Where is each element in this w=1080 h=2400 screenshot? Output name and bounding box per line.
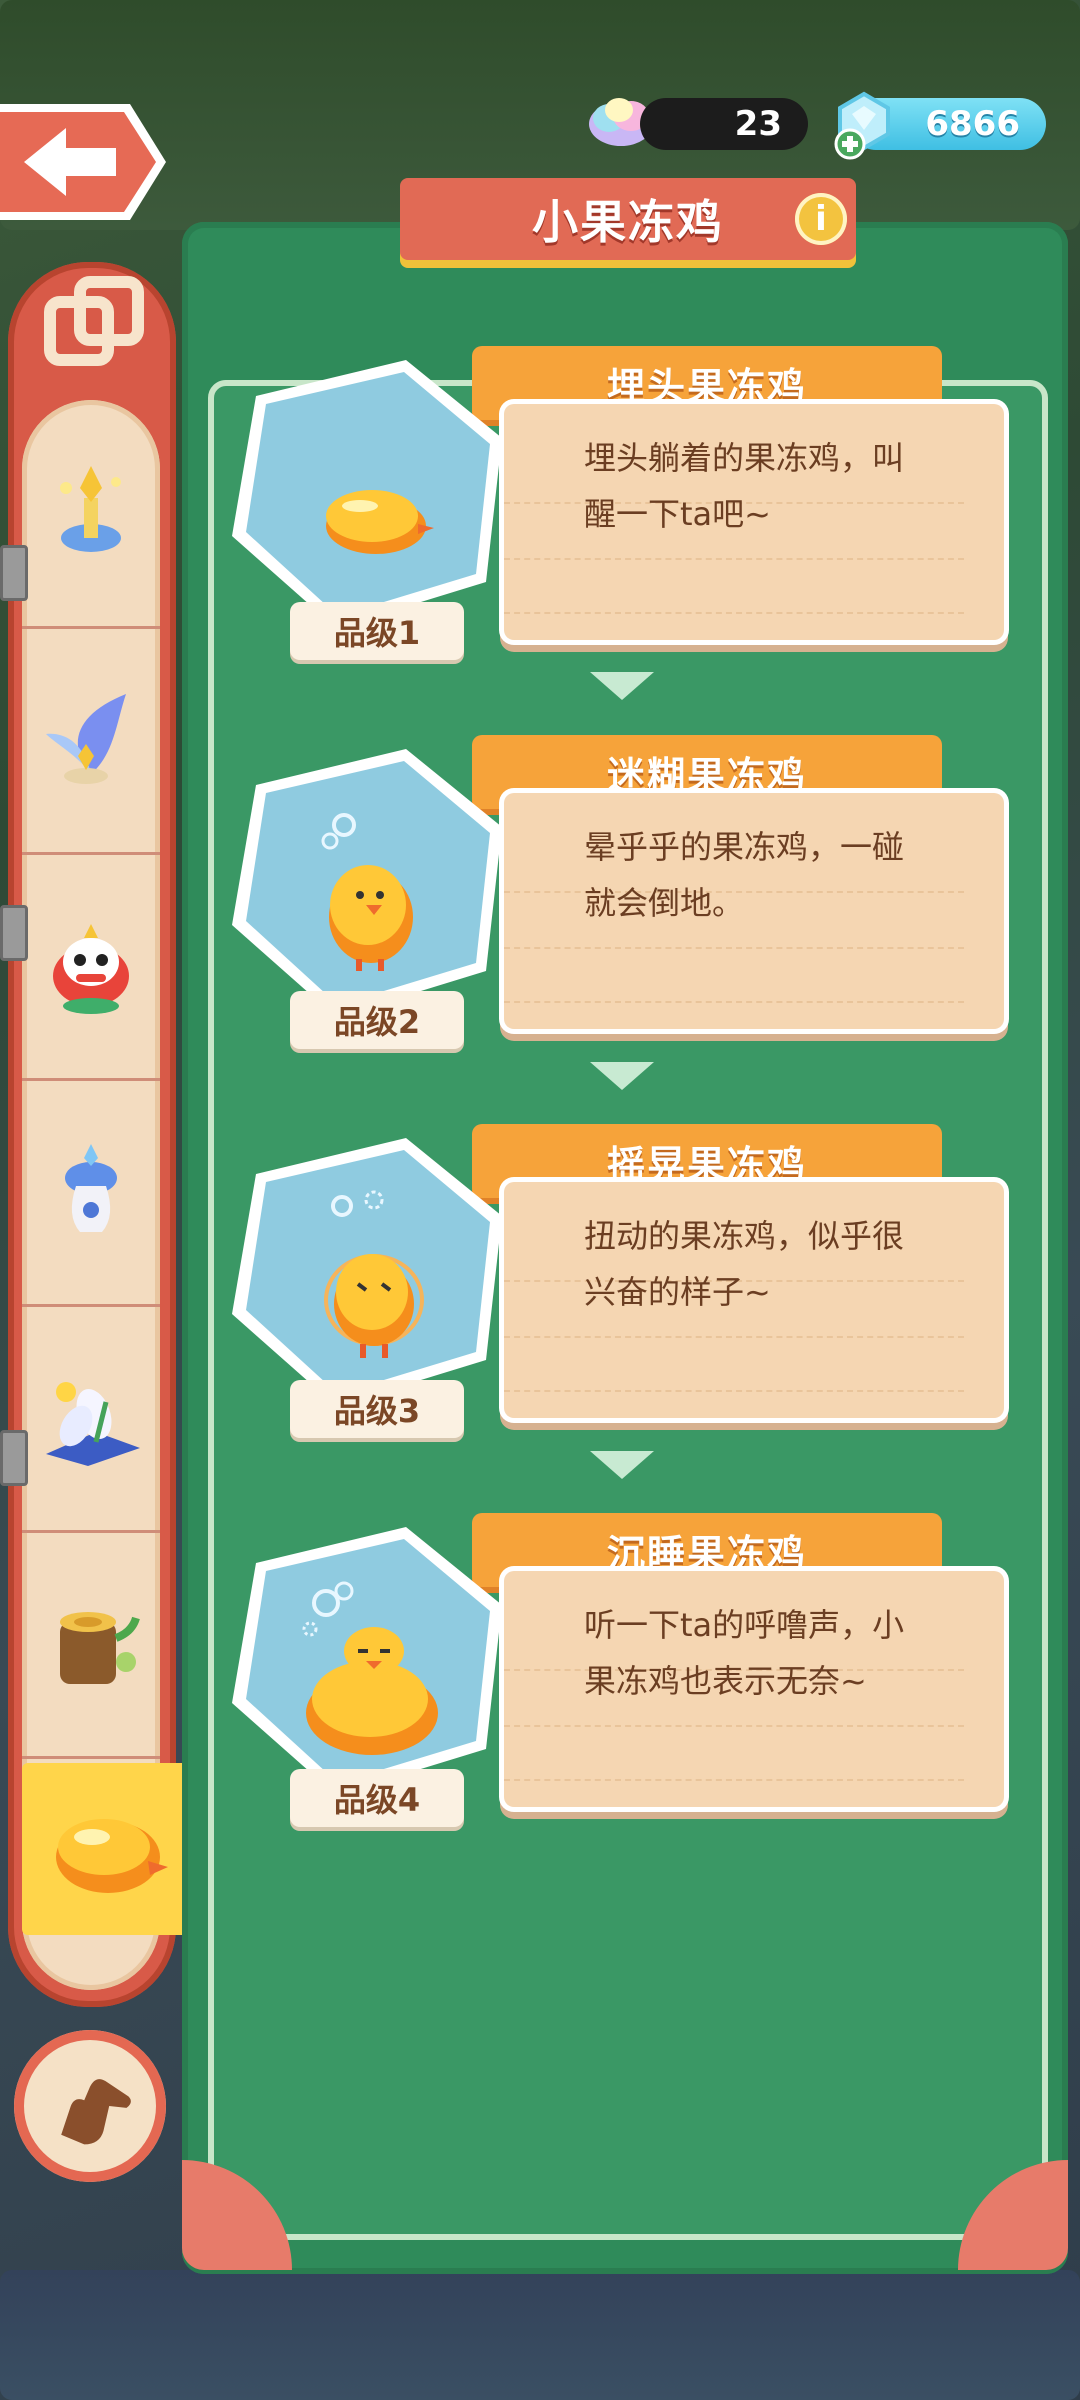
stage-card: 摇晃果冻鸡 扭动的果冻鸡，似乎很 兴奋的样子~ 品级3 <box>220 1124 1020 1444</box>
stage-name: 沉睡果冻鸡 <box>606 1531 807 1576</box>
stage-card: 沉睡果冻鸡 听一下ta的呼噜声，小 果冻鸡也表示无奈~ 品级4 <box>220 1513 1020 1833</box>
diamond-plus-icon[interactable] <box>826 86 902 162</box>
stage-description: 听一下ta的呼噜声，小 果冻鸡也表示无奈~ <box>584 1606 905 1700</box>
sidebar-item-vase[interactable] <box>22 1078 160 1307</box>
chevron-down-icon <box>590 1062 654 1090</box>
gem-count: 6866 <box>925 104 1020 144</box>
grade-tag: 品级2 <box>290 991 464 1049</box>
stage-name: 摇晃果冻鸡 <box>606 1142 807 1187</box>
description-card: 埋头躺着的果冻鸡，叫 醒一下ta吧~ <box>504 404 1004 640</box>
sidebar-item-lily[interactable] <box>22 1304 160 1533</box>
chevron-down-icon <box>590 1451 654 1479</box>
stage-name: 迷糊果冻鸡 <box>606 753 807 798</box>
tree-stump-icon <box>60 1612 140 1684</box>
lion-dance-icon <box>53 924 129 1014</box>
stage-card: 迷糊果冻鸡 晕乎乎的果冻鸡，一碰 就会倒地。 品级2 <box>220 735 1020 1055</box>
back-arrow-button[interactable] <box>0 104 166 220</box>
stage-card: 埋头果冻鸡 埋头躺着的果冻鸡，叫 醒一下ta吧~ 品级1 <box>220 346 1020 666</box>
jelly-count: 23 <box>734 104 782 144</box>
lily-flower-icon <box>46 1382 140 1466</box>
description-card: 晕乎乎的果冻鸡，一碰 就会倒地。 <box>504 793 1004 1029</box>
stage-description: 扭动的果冻鸡，似乎很 兴奋的样子~ <box>584 1217 905 1311</box>
description-card: 听一下ta的呼噜声，小 果冻鸡也表示无奈~ <box>504 1571 1004 1807</box>
portrait-hexagon <box>232 1138 502 1406</box>
sidebar-item-jelly-chick[interactable] <box>22 1763 194 1935</box>
title-banner: 小果冻鸡 <box>400 178 856 260</box>
stage-description: 埋头躺着的果冻鸡，叫 醒一下ta吧~ <box>584 439 905 533</box>
sidebar-list <box>22 400 160 1990</box>
sidebar-clip <box>0 1430 28 1486</box>
description-card: 扭动的果冻鸡，似乎很 兴奋的样子~ <box>504 1182 1004 1418</box>
pointing-hand-icon <box>61 2079 131 2145</box>
sidebar-clip <box>0 905 28 961</box>
grade-tag: 品级1 <box>290 602 464 660</box>
sidebar-clip <box>0 545 28 601</box>
sidebar-item-stump[interactable] <box>22 1530 160 1759</box>
sidebar-item-trophy[interactable] <box>22 400 160 629</box>
page-title: 小果冻鸡 <box>532 195 724 249</box>
jelly-chick-icon <box>56 1819 168 1893</box>
stage-description: 晕乎乎的果冻鸡，一碰 就会倒地。 <box>584 828 905 922</box>
chevron-down-icon <box>590 672 654 700</box>
grade-tag: 品级3 <box>290 1380 464 1438</box>
stage-name: 埋头果冻鸡 <box>606 364 807 409</box>
map-background-bottom <box>0 2270 1080 2400</box>
sidebar-item-crystal-wing[interactable] <box>22 626 160 855</box>
portrait-hexagon <box>232 360 502 628</box>
portrait-hexagon <box>232 749 502 1017</box>
switch-view-icon[interactable] <box>40 268 148 376</box>
portrait-hexagon <box>232 1527 502 1795</box>
porcelain-vase-icon <box>65 1144 117 1232</box>
trophy-fountain-icon <box>60 466 121 552</box>
crystal-wing-icon <box>46 694 126 784</box>
jelly-counter: 23 <box>640 98 808 150</box>
grade-tag: 品级4 <box>290 1769 464 1827</box>
info-icon[interactable]: i <box>795 193 847 245</box>
sidebar-item-lion-dance[interactable] <box>22 852 160 1081</box>
hand-button[interactable] <box>14 2030 166 2182</box>
